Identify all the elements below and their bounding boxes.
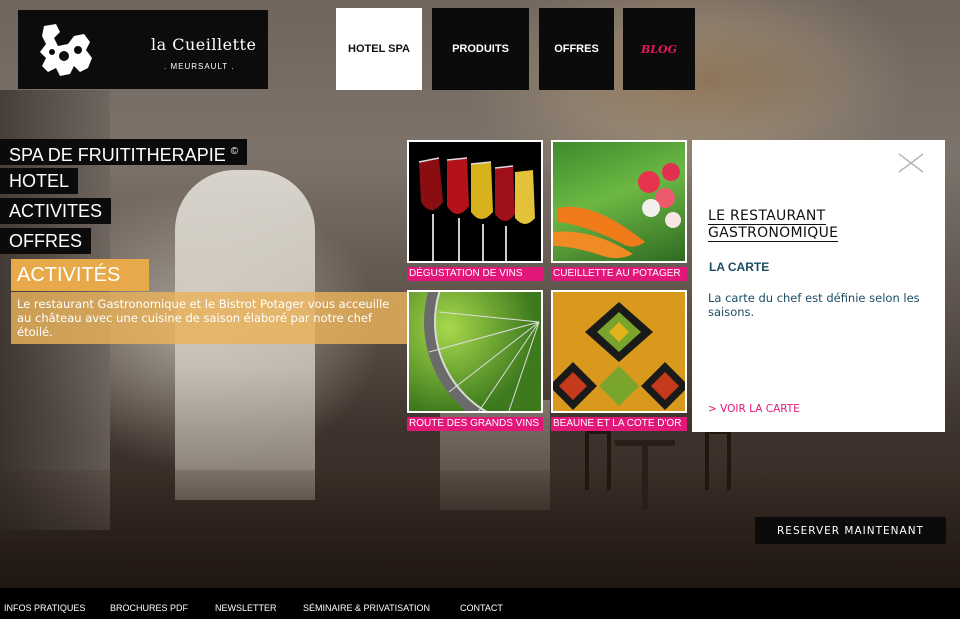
close-icon[interactable] bbox=[897, 152, 925, 174]
woven-pattern-icon bbox=[553, 292, 685, 411]
vegetables-image bbox=[551, 140, 687, 263]
footer-link-seminaire[interactable]: SÉMINAIRE & PRIVATISATION bbox=[303, 603, 430, 613]
panel-title-line1: LE RESTAURANT bbox=[708, 208, 826, 225]
vegetables-icon bbox=[553, 163, 681, 259]
logo-mark-icon bbox=[40, 24, 92, 76]
wine-glasses-image bbox=[407, 140, 543, 263]
footer-link-infos[interactable]: INFOS PRATIQUES bbox=[4, 603, 85, 613]
panel-text: La carte du chef est définie selon les s… bbox=[708, 291, 920, 319]
panel-title: LE RESTAURANT GASTRONOMIQUE bbox=[708, 208, 908, 242]
woven-pattern-image bbox=[551, 290, 687, 413]
panel-subtitle: LA CARTE bbox=[709, 260, 770, 274]
reserve-button[interactable]: RESERVER MAINTENANT bbox=[755, 517, 946, 544]
tab-hotel-spa[interactable]: HOTEL SPA bbox=[336, 8, 422, 90]
footer-link-brochures[interactable]: BROCHURES PDF bbox=[110, 603, 188, 613]
voir-la-carte-link[interactable]: > VOIR LA CARTE bbox=[708, 403, 800, 415]
section-title: ACTIVITÉS bbox=[11, 259, 149, 291]
menu-item-hotel[interactable]: HOTEL bbox=[0, 168, 79, 194]
logo-location: . MEURSAULT . bbox=[164, 62, 235, 71]
bicycle-wheel-image bbox=[407, 290, 543, 413]
tile-caption: DÉGUSTATION DE VINS bbox=[407, 267, 543, 281]
section-description: Le restaurant Gastronomique et le Bistro… bbox=[11, 292, 408, 344]
background-chair bbox=[585, 430, 611, 490]
menu-item-activites[interactable]: ACTIVITES bbox=[0, 198, 112, 224]
tile-degustation[interactable]: DÉGUSTATION DE VINS bbox=[407, 140, 543, 281]
copyright-mark: © bbox=[230, 146, 239, 157]
bicycle-wheel-icon bbox=[424, 292, 540, 411]
panel-title-line2: GASTRONOMIQUE bbox=[708, 225, 839, 242]
tile-cueillette[interactable]: CUEILLETTE AU POTAGER bbox=[551, 140, 687, 281]
site-logo[interactable]: la Cueillette . MEURSAULT . bbox=[18, 10, 268, 89]
tile-caption: ROUTE DES GRANDS VINS bbox=[407, 417, 543, 431]
wine-glasses-icon bbox=[409, 142, 541, 261]
tab-offres[interactable]: OFFRES bbox=[539, 8, 614, 90]
footer-bar: INFOS PRATIQUES BROCHURES PDF NEWSLETTER… bbox=[0, 588, 960, 619]
background-table bbox=[615, 440, 675, 510]
menu-item-offres[interactable]: OFFRES bbox=[0, 228, 92, 254]
footer-link-contact[interactable]: CONTACT bbox=[460, 603, 503, 613]
tile-beaune[interactable]: BEAUNE ET LA COTE D'OR bbox=[551, 290, 687, 431]
restaurant-info-panel: LE RESTAURANT GASTRONOMIQUE LA CARTE La … bbox=[692, 140, 945, 432]
tab-blog[interactable]: BLOG bbox=[623, 8, 695, 90]
menu-item-spa[interactable]: SPA DE FRUITITHERAPIE © bbox=[0, 139, 248, 165]
footer-link-newsletter[interactable]: NEWSLETTER bbox=[215, 603, 277, 613]
menu-item-spa-label: SPA DE FRUITITHERAPIE bbox=[9, 145, 226, 165]
tile-caption: CUEILLETTE AU POTAGER bbox=[551, 267, 687, 281]
tile-caption: BEAUNE ET LA COTE D'OR bbox=[551, 417, 687, 431]
background-chair bbox=[705, 430, 731, 490]
tab-produits[interactable]: PRODUITS bbox=[432, 8, 529, 90]
logo-brand-name: la Cueillette bbox=[151, 35, 257, 54]
tile-route-vins[interactable]: ROUTE DES GRANDS VINS bbox=[407, 290, 543, 431]
